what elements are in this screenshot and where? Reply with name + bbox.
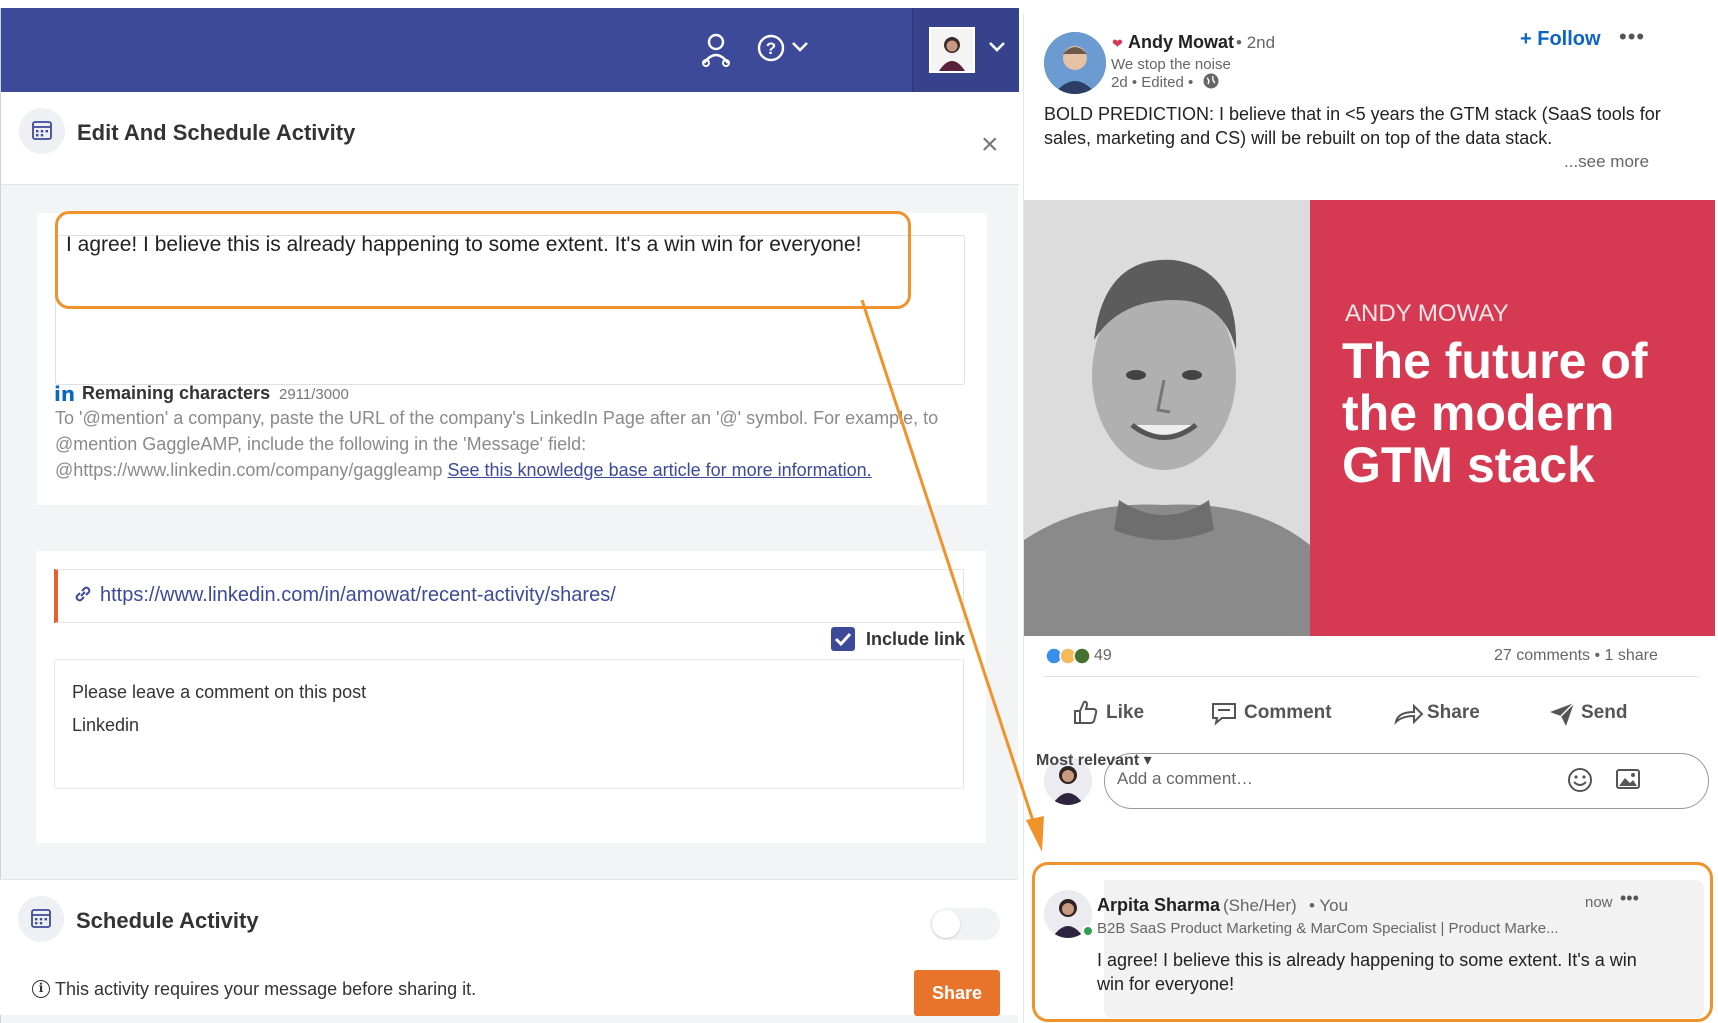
help-text-line: @mention GaggleAMP, include the followin… bbox=[55, 434, 587, 454]
comment-button[interactable]: Comment bbox=[1244, 702, 1332, 724]
knowledge-base-link[interactable]: See this knowledge base article for more… bbox=[447, 460, 871, 480]
connection-degree: • 2nd bbox=[1236, 33, 1276, 52]
edit-activity-header: Edit And Schedule Activity × bbox=[1, 92, 1019, 185]
footer-bar: i This activity requires your message be… bbox=[0, 963, 1018, 1016]
sort-label: Most relevant bbox=[1036, 752, 1140, 769]
shared-link-url[interactable]: https://www.linkedin.com/in/amowat/recen… bbox=[100, 584, 616, 607]
post-text-line: BOLD PREDICTION: I believe that in <5 ye… bbox=[1044, 104, 1661, 124]
post-image[interactable]: ANDY MOWAY The future of the modern GTM … bbox=[1024, 200, 1715, 636]
info-icon: i bbox=[32, 980, 50, 998]
like-icon bbox=[1072, 698, 1100, 731]
avatar bbox=[929, 27, 975, 73]
post-stats[interactable]: 27 comments • 1 share bbox=[1494, 647, 1658, 665]
banner-headline-line: GTM stack bbox=[1342, 437, 1595, 493]
banner-title-block: ANDY MOWAY The future of the modern GTM … bbox=[1310, 200, 1715, 636]
post-meta: 2d • Edited • bbox=[1111, 74, 1194, 91]
instructions-text: Please leave a comment on this post bbox=[72, 682, 367, 702]
author-name[interactable]: Andy Mowat bbox=[1128, 32, 1234, 53]
page-title: Edit And Schedule Activity bbox=[77, 120, 356, 145]
svg-text:?: ? bbox=[766, 39, 776, 58]
comment-input[interactable]: Add a comment… bbox=[1104, 753, 1709, 809]
link-icon bbox=[72, 583, 94, 611]
remaining-characters-count: 2911/3000 bbox=[279, 386, 349, 403]
top-navigation-bar: ? bbox=[1, 8, 1019, 92]
remaining-characters-label: Remaining characters bbox=[82, 383, 271, 403]
share-button[interactable]: Share bbox=[914, 970, 1000, 1016]
banner-headline-line: the modern bbox=[1342, 385, 1615, 441]
include-link-label: Include link bbox=[866, 629, 966, 649]
help-text-line: To '@mention' a company, paste the URL o… bbox=[55, 408, 939, 428]
more-options-icon[interactable]: ••• bbox=[1619, 24, 1645, 50]
banner-name: ANDY MOWAY bbox=[1345, 300, 1509, 327]
schedule-toggle[interactable] bbox=[930, 908, 1000, 940]
help-icon[interactable]: ? bbox=[757, 34, 785, 67]
comment-icon bbox=[1210, 700, 1238, 731]
help-text-line: @https://www.linkedin.com/company/gaggle… bbox=[55, 460, 872, 481]
follow-label: Follow bbox=[1537, 28, 1601, 50]
portrait-photo bbox=[1024, 200, 1310, 636]
reactions-count[interactable]: 49 bbox=[1094, 647, 1112, 665]
share-arrow-icon bbox=[1394, 702, 1424, 731]
include-link-checkbox[interactable] bbox=[831, 627, 855, 651]
schedule-title: Schedule Activity bbox=[76, 908, 259, 933]
banner-headline-line: The future of bbox=[1342, 333, 1648, 389]
instructions-box: Please leave a comment on this post Link… bbox=[54, 659, 964, 789]
globe-icon bbox=[1202, 72, 1220, 95]
share-button[interactable]: Share bbox=[1427, 702, 1480, 724]
link-row: https://www.linkedin.com/in/amowat/recen… bbox=[54, 569, 964, 623]
linkedin-icon: in bbox=[54, 382, 76, 406]
close-icon[interactable]: × bbox=[981, 130, 999, 160]
divider bbox=[1044, 676, 1699, 677]
chevron-down-icon[interactable] bbox=[791, 40, 809, 59]
link-card: https://www.linkedin.com/in/amowat/recen… bbox=[36, 551, 986, 843]
gaggleamp-panel: ? Edit And Schedule Activity × bbox=[0, 8, 1019, 1023]
comment-placeholder: Add a comment… bbox=[1117, 769, 1254, 788]
see-more-link[interactable]: ...see more bbox=[1564, 152, 1649, 172]
send-button[interactable]: Send bbox=[1581, 702, 1627, 724]
sort-dropdown[interactable]: Most relevant ▾ bbox=[1036, 750, 1166, 770]
instructions-network: Linkedin bbox=[72, 715, 140, 735]
image-icon[interactable] bbox=[1615, 767, 1641, 796]
reaction-icons[interactable] bbox=[1044, 646, 1096, 671]
emoji-icon[interactable] bbox=[1567, 767, 1593, 798]
highlight-box bbox=[1032, 862, 1713, 1022]
calendar-icon bbox=[19, 108, 65, 154]
highlight-box bbox=[55, 211, 911, 309]
schedule-activity-row: Schedule Activity bbox=[0, 879, 1018, 965]
send-icon bbox=[1548, 700, 1576, 733]
user-network-icon[interactable] bbox=[701, 33, 731, 72]
degree-text: 2nd bbox=[1246, 33, 1276, 52]
user-menu[interactable] bbox=[912, 8, 1019, 92]
help-text-prefix: @https://www.linkedin.com/company/gaggle… bbox=[55, 460, 448, 480]
like-button[interactable]: Like bbox=[1106, 702, 1144, 724]
toggle-knob bbox=[932, 910, 960, 938]
author-tagline: We stop the noise bbox=[1111, 56, 1231, 73]
calendar-icon bbox=[18, 896, 64, 942]
heart-icon: ❤ bbox=[1112, 36, 1123, 51]
post-text-line: sales, marketing and CS) will be rebuilt… bbox=[1044, 128, 1553, 148]
author-avatar[interactable] bbox=[1044, 32, 1106, 94]
footer-message: This activity requires your message befo… bbox=[55, 979, 477, 999]
chevron-down-icon[interactable] bbox=[988, 40, 1006, 59]
follow-button[interactable]: + Follow bbox=[1520, 28, 1601, 51]
